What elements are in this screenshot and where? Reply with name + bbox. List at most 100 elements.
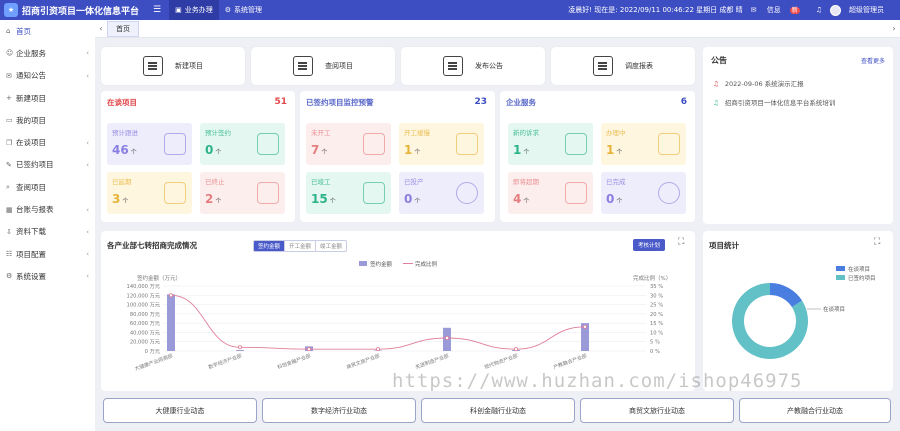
top-nav-business[interactable]: ▣ 业务办理: [169, 0, 219, 20]
menu-toggle-icon[interactable]: ☰: [153, 5, 161, 15]
tab-home[interactable]: 首页: [107, 20, 139, 37]
sidebar-item[interactable]: ⚙ 系统设置 ‹: [0, 265, 95, 287]
message-label: 信息: [766, 6, 781, 14]
y-tick-label: 100,000 万元: [127, 302, 160, 309]
clock-icon: [456, 182, 478, 204]
x-tick-label: 现代物流产业部: [483, 352, 518, 371]
tile-value: 0: [404, 192, 413, 206]
tile-terminated[interactable]: 已终止 2个: [200, 172, 285, 214]
tile-follow-up[interactable]: 预计跟进 46 个: [107, 123, 192, 165]
alarm-light-icon: [363, 133, 385, 155]
notice-more-link[interactable]: 查看更多: [861, 56, 885, 65]
tile-value: 15: [311, 192, 328, 206]
presentation-icon: [257, 133, 279, 155]
tile-finished[interactable]: 已完成 0个: [601, 172, 686, 214]
tile-new-request[interactable]: 新的诉求 1个: [508, 123, 593, 165]
notice-icon: ✉: [6, 71, 12, 80]
tile-not-started[interactable]: 未开工 7个: [306, 123, 391, 165]
sidebar-item[interactable]: ✎ 已签约项目 ‹: [0, 154, 95, 176]
tile-in-production[interactable]: 已投产 0个: [399, 172, 484, 214]
search-doc-icon: [293, 56, 313, 76]
tile-near-overdue[interactable]: 即将超期 4个: [508, 172, 593, 214]
notice-card: 公告 查看更多 ♫ 2022-09-06 系统演示汇报 ♫ 招商引资项目一体化信息平…: [703, 47, 893, 224]
tile-unit: 个: [321, 149, 328, 156]
sidebar-item[interactable]: ☷ 项目配置 ‹: [0, 243, 95, 265]
top-nav-label: 系统管理: [234, 6, 262, 14]
message-button[interactable]: ✉ 信息 新: [751, 5, 808, 15]
industry-news-digital-button[interactable]: 数字经济行业动态: [262, 398, 416, 423]
user-menu[interactable]: 超级管理员: [830, 4, 892, 16]
sidebar-item[interactable]: ▭ 我的项目: [0, 109, 95, 131]
tile-delayed[interactable]: 已延期 3个: [107, 172, 192, 214]
tile-value: 46: [112, 143, 129, 157]
in-talk-count: 51: [274, 97, 287, 107]
sidebar-item[interactable]: ☺ 企业服务 ‹: [0, 42, 95, 64]
tile-slow-start[interactable]: 开工缓慢 1个: [399, 123, 484, 165]
x-tick-label: 数字经济产业部: [207, 352, 242, 371]
quick-action-label: 发布公告: [475, 62, 503, 70]
chevron-left-icon: ‹: [86, 138, 89, 147]
quick-action-new-project[interactable]: 新建项目: [101, 47, 245, 85]
message-badge: 新: [789, 7, 800, 14]
y2-tick-label: 0 %: [650, 349, 660, 355]
quick-action-publish-notice[interactable]: 发布公告: [401, 47, 545, 85]
sidebar-item-label: 首页: [16, 26, 31, 36]
y-tick-label: 0 万元: [145, 348, 160, 355]
project-pie-chart: 在谈项目已签约项目在谈项目: [732, 265, 876, 359]
tile-in-progress[interactable]: 办理中 1个: [601, 123, 686, 165]
tile-unit: 个: [215, 149, 222, 156]
alarm-light-icon: [658, 133, 680, 155]
tile-unit: 个: [523, 149, 530, 156]
notice-item[interactable]: ♫ 2022-09-06 系统演示汇报: [713, 78, 804, 88]
legend-swatch: [836, 266, 845, 271]
greeting-text: 凌晨好! 现在是: 2022/09/11 00:46:22 星期日 成都 晴: [568, 6, 743, 14]
folder-icon: ▭: [6, 116, 13, 125]
bar: [236, 350, 244, 351]
industry-news-health-button[interactable]: 大健康行业动态: [103, 398, 257, 423]
sidebar-item[interactable]: ⇩ 资料下载 ‹: [0, 221, 95, 243]
tab-scroll-right-icon[interactable]: ›: [888, 24, 900, 33]
enterprise-service-card: 企业服务 6 新的诉求 1个 办理中 1个 即将超期 4个 已完成 0个: [500, 91, 695, 222]
gear-icon: ⚙: [6, 272, 13, 281]
tile-value: 1: [513, 143, 522, 157]
logo: ★: [4, 3, 18, 17]
sidebar-item[interactable]: ✉ 通知公告 ‹: [0, 65, 95, 87]
slice-label: 在谈项目: [823, 305, 845, 313]
x-tick-label: 商贸文旅产业部: [345, 352, 380, 371]
legend-label: 在谈项目: [848, 265, 870, 273]
sidebar-item[interactable]: ▦ 台账与报表 ‹: [0, 198, 95, 220]
user-name: 超级管理员: [849, 6, 884, 14]
y-tick-label: 120,000 万元: [127, 292, 160, 299]
briefcase-icon: ▣: [175, 6, 182, 14]
sidebar-item[interactable]: ⌕ 查阅项目: [0, 176, 95, 198]
sidebar-item-label: 资料下载: [16, 227, 46, 237]
tab-scroll-left-icon[interactable]: ‹: [95, 24, 107, 33]
industry-news-finance-button[interactable]: 科创金融行业动态: [421, 398, 575, 423]
quick-action-view-project[interactable]: 查阅项目: [251, 47, 395, 85]
y2-tick-label: 10 %: [650, 330, 663, 336]
industry-news-tourism-button[interactable]: 商贸文旅行业动态: [580, 398, 734, 423]
tile-value: 4: [513, 192, 522, 206]
sidebar-item-label: 台账与报表: [16, 205, 54, 215]
sidebar-item-label: 我的项目: [16, 115, 46, 125]
top-nav-system[interactable]: ⚙ 系统管理: [219, 0, 268, 20]
notification-icon[interactable]: ♫: [816, 6, 822, 14]
project-stats-card: 项目统计 ⛶ 在谈项目 已签约项目 在谈项目: [703, 231, 893, 391]
quick-action-dispatch-report[interactable]: 调度报表: [551, 47, 695, 85]
industry-chart-card: 各产业部七转招商完成情况 签约金额 开工金额 竣工金额 考核计划 ⛶ 签约金额完…: [101, 231, 695, 391]
tile-value: 2: [205, 192, 214, 206]
industry-news-education-button[interactable]: 产教融合行业动态: [739, 398, 891, 423]
tile-completed[interactable]: 已竣工 15 个: [306, 172, 391, 214]
tile-value: 0: [205, 143, 214, 157]
line-point: [513, 347, 518, 352]
sidebar-item[interactable]: ⌂ 首页: [0, 20, 95, 42]
notice-item[interactable]: ♫ 招商引资项目一体化信息平台系统培训: [713, 97, 835, 107]
tile-expected-sign[interactable]: 预计签约 0个: [200, 123, 285, 165]
sidebar-item[interactable]: + 新建项目: [0, 87, 95, 109]
notice-title: 公告: [711, 56, 727, 65]
chevron-left-icon: ‹: [86, 160, 89, 169]
sidebar-item[interactable]: ❐ 在谈项目 ‹: [0, 131, 95, 153]
x-tick-label: 产教融合产业部: [552, 352, 587, 371]
alarm-light-icon: [456, 133, 478, 155]
app-title: 招商引资项目一体化信息平台: [22, 6, 140, 17]
